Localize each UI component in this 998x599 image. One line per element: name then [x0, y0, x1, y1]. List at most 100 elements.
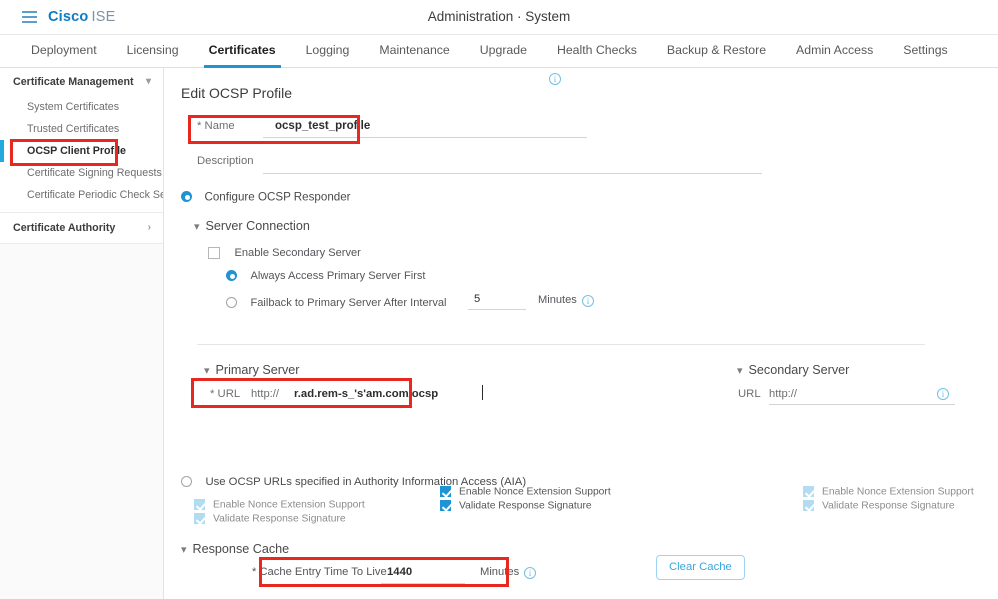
- secondary-server-options: Enable Nonce Extension Support Validate …: [803, 483, 974, 512]
- primary-server-section-header[interactable]: ▾ Primary Server: [204, 363, 300, 377]
- sidebar-group-certificate-management: Certificate Management ▾ System Certific…: [0, 68, 163, 213]
- tab-list: Deployment Licensing Certificates Logging Ma…: [0, 35, 998, 68]
- chevron-down-icon[interactable]: ▾: [194, 221, 200, 233]
- primary-validate-signature-row[interactable]: Validate Response Signature: [440, 497, 611, 512]
- secondary-url-input[interactable]: [769, 384, 955, 405]
- sidebar-group-certificate-authority: Certificate Authority ›: [0, 213, 163, 244]
- sidebar-item-system-certificates[interactable]: System Certificates: [0, 96, 163, 118]
- sidebar-item-certificate-periodic-check[interactable]: Certificate Periodic Check Se...: [0, 184, 163, 206]
- aia-label: Use OCSP URLs specified in Authority Inf…: [205, 475, 527, 488]
- failback-row[interactable]: Failback to Primary Server After Interva…: [226, 290, 646, 312]
- sidebar-item-trusted-certificates[interactable]: Trusted Certificates: [0, 118, 163, 140]
- radio-always-access-primary[interactable]: [226, 270, 237, 282]
- tab-upgrade[interactable]: Upgrade: [465, 35, 542, 68]
- enable-secondary-server-label: Enable Secondary Server: [234, 246, 361, 259]
- main-tab-bar: Deployment Licensing Certificates Logging Ma…: [0, 35, 998, 68]
- section-divider: [197, 344, 925, 345]
- tab-logging[interactable]: Logging: [291, 35, 365, 68]
- radio-use-aia-urls[interactable]: [181, 476, 192, 488]
- server-connection-title: Server Connection: [205, 219, 310, 233]
- cache-ttl-row: * Cache Entry Time To Live Minutes i: [252, 563, 582, 585]
- sidebar-group-header-certificate-management[interactable]: Certificate Management ▾: [0, 68, 163, 96]
- primary-url-label: * URL: [210, 388, 241, 400]
- radio-configure-ocsp-responder[interactable]: [181, 191, 192, 203]
- chevron-right-icon[interactable]: ›: [148, 223, 151, 233]
- tab-admin-access[interactable]: Admin Access: [781, 35, 888, 68]
- tab-health-checks[interactable]: Health Checks: [542, 35, 652, 68]
- always-access-primary-row[interactable]: Always Access Primary Server First: [226, 267, 426, 285]
- top-bar: Cisco ISE Administration · System: [0, 0, 998, 35]
- secondary-enable-nonce-label: Enable Nonce Extension Support: [822, 486, 974, 498]
- always-access-primary-label: Always Access Primary Server First: [250, 269, 426, 282]
- chevron-down-icon[interactable]: ▾: [146, 77, 151, 87]
- name-input[interactable]: [263, 117, 587, 138]
- chevron-down-icon[interactable]: ▾: [204, 365, 210, 377]
- failback-interval-input[interactable]: [468, 290, 526, 310]
- checkbox-secondary-enable-nonce[interactable]: [803, 486, 814, 498]
- checkbox-secondary-validate-signature[interactable]: [803, 500, 814, 512]
- tab-backup-restore[interactable]: Backup & Restore: [652, 35, 781, 68]
- enable-secondary-server-row[interactable]: Enable Secondary Server: [208, 244, 361, 262]
- primary-url-row: * URL http://: [197, 384, 597, 406]
- checkbox-primary-validate-signature[interactable]: [440, 500, 451, 512]
- checkbox-aia-enable-nonce[interactable]: [194, 499, 205, 511]
- primary-url-scheme: http://: [251, 388, 279, 400]
- primary-validate-signature-label: Validate Response Signature: [459, 500, 592, 512]
- secondary-server-title: Secondary Server: [748, 363, 850, 377]
- tab-licensing[interactable]: Licensing: [112, 35, 194, 68]
- configure-ocsp-responder-radio-row[interactable]: Configure OCSP Responder: [181, 188, 351, 206]
- sidebar-item-ocsp-client-profile[interactable]: OCSP Client Profile: [0, 140, 163, 162]
- aia-enable-nonce-row[interactable]: Enable Nonce Extension Support: [194, 496, 365, 511]
- description-field-row: Description: [197, 151, 762, 175]
- description-input[interactable]: [263, 151, 762, 174]
- radio-failback-to-primary[interactable]: [226, 297, 237, 309]
- tab-deployment[interactable]: Deployment: [16, 35, 112, 68]
- tab-certificates[interactable]: Certificates: [194, 35, 291, 68]
- aia-radio-row[interactable]: Use OCSP URLs specified in Authority Inf…: [181, 473, 526, 491]
- info-icon[interactable]: i: [937, 388, 949, 400]
- primary-url-input[interactable]: [294, 384, 489, 405]
- sidebar-group-title: Certificate Authority: [13, 222, 116, 234]
- configure-ocsp-responder-label: Configure OCSP Responder: [204, 190, 351, 204]
- text-caret: [482, 385, 483, 400]
- secondary-server-section-header[interactable]: ▾ Secondary Server: [737, 363, 849, 377]
- failback-label: Failback to Primary Server After Interva…: [250, 296, 447, 309]
- cache-ttl-unit-label: Minutes: [480, 566, 520, 578]
- name-field-row: * Name: [197, 117, 587, 139]
- description-label: Description: [197, 155, 254, 167]
- sidebar-group-title: Certificate Management: [13, 76, 134, 88]
- failback-unit-label: Minutes: [538, 294, 577, 306]
- chevron-down-icon[interactable]: ▾: [737, 365, 743, 377]
- secondary-enable-nonce-row[interactable]: Enable Nonce Extension Support: [803, 483, 974, 498]
- sidebar-item-certificate-signing-requests[interactable]: Certificate Signing Requests: [0, 162, 163, 184]
- aia-validate-signature-row[interactable]: Validate Response Signature: [194, 510, 365, 525]
- info-icon[interactable]: i: [524, 567, 536, 579]
- response-cache-title: Response Cache: [192, 542, 290, 556]
- cache-ttl-input[interactable]: [381, 563, 465, 584]
- secondary-url-label: URL: [738, 388, 761, 400]
- secondary-validate-signature-label: Validate Response Signature: [822, 500, 955, 512]
- name-label: * Name: [197, 120, 235, 132]
- aia-validate-signature-label: Validate Response Signature: [213, 513, 346, 525]
- tab-maintenance[interactable]: Maintenance: [364, 35, 464, 68]
- response-cache-section-header[interactable]: ▾ Response Cache: [181, 542, 289, 556]
- secondary-validate-signature-row[interactable]: Validate Response Signature: [803, 497, 974, 512]
- primary-server-title: Primary Server: [215, 363, 300, 377]
- aia-enable-nonce-label: Enable Nonce Extension Support: [213, 499, 365, 511]
- form-title: Edit OCSP Profile: [181, 85, 293, 101]
- clear-cache-button[interactable]: Clear Cache: [656, 555, 745, 580]
- main-content: Edit OCSP Profile * Name Description Con…: [164, 68, 998, 599]
- info-icon[interactable]: i: [549, 73, 561, 85]
- info-icon[interactable]: i: [582, 295, 594, 307]
- sidebar-group-header-certificate-authority[interactable]: Certificate Authority ›: [0, 213, 163, 243]
- tab-settings[interactable]: Settings: [888, 35, 962, 68]
- checkbox-aia-validate-signature[interactable]: [194, 513, 205, 525]
- chevron-down-icon[interactable]: ▾: [181, 544, 187, 556]
- sidebar: Certificate Management ▾ System Certific…: [0, 68, 164, 599]
- page-title: Administration · System: [427, 9, 571, 24]
- secondary-url-row: URL http://: [738, 384, 968, 406]
- aia-options: Enable Nonce Extension Support Validate …: [194, 496, 365, 525]
- cache-ttl-label: * Cache Entry Time To Live: [252, 566, 387, 578]
- server-connection-section-header[interactable]: ▾ Server Connection: [194, 219, 310, 233]
- checkbox-enable-secondary-server[interactable]: [208, 246, 220, 259]
